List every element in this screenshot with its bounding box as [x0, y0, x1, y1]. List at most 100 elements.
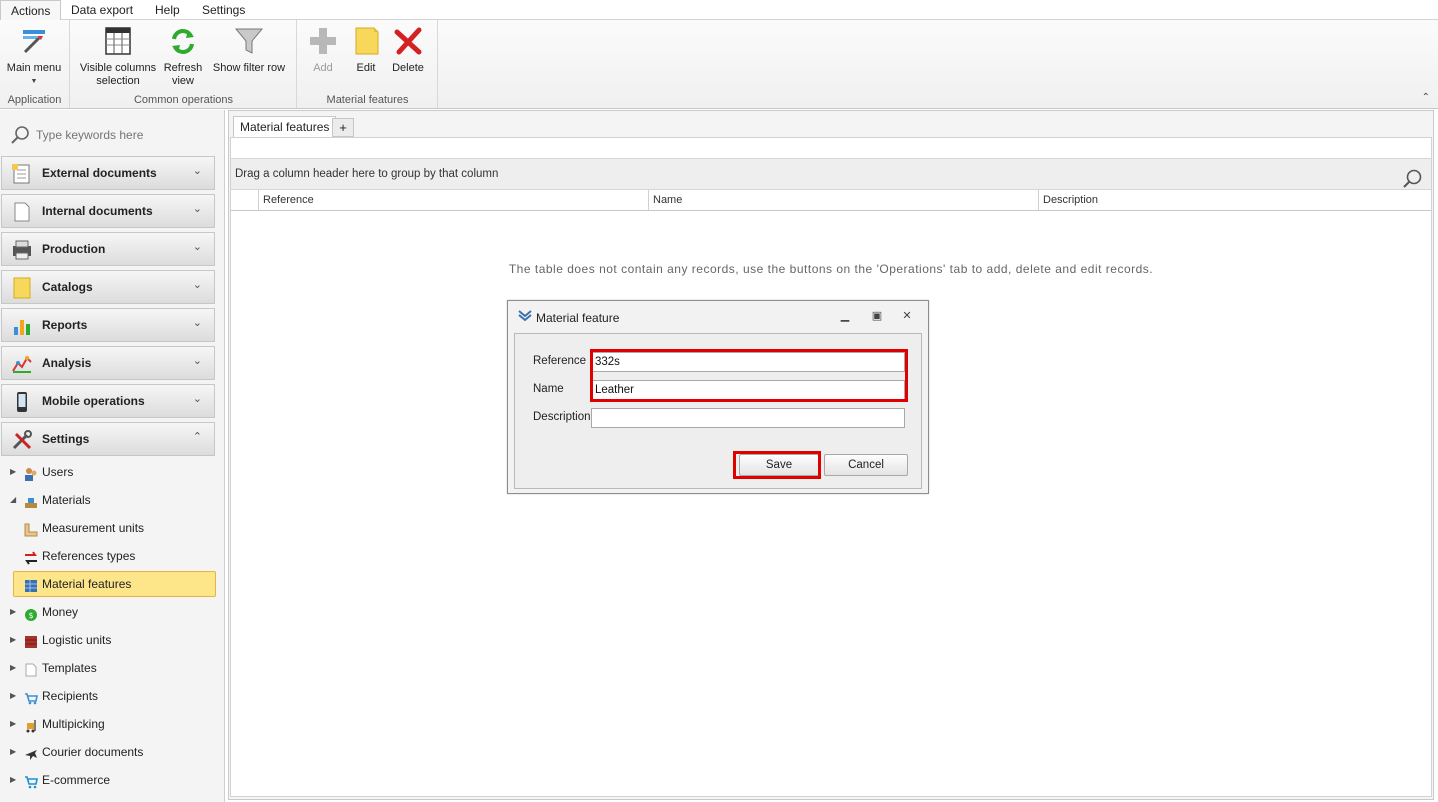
tree-item-label: Measurement units — [42, 521, 145, 535]
tree-item-label: Materials — [42, 493, 91, 507]
nav-group-settings[interactable]: Settings ⌃ — [1, 422, 215, 456]
blank-document-icon — [11, 201, 33, 223]
nav-group-label: Internal documents — [42, 204, 153, 218]
chevron-down-icon: ⌄ — [192, 241, 202, 253]
nav-group-label: Analysis — [42, 356, 92, 370]
mobile-device-icon — [11, 391, 33, 413]
nav-group-label: Catalogs — [42, 280, 93, 294]
column-header-name[interactable]: Name — [648, 190, 1038, 210]
tree-item-e-commerce[interactable]: ▶ E-commerce — [10, 768, 210, 792]
nav-group-label: Settings — [42, 432, 90, 446]
catalog-icon — [11, 277, 33, 299]
main-menu-label: Main menu — [6, 62, 62, 74]
chevron-down-icon: ⌄ — [192, 317, 202, 329]
reference-label: Reference — [533, 355, 587, 367]
nav-group-external-documents[interactable]: External documents ⌄ — [1, 156, 215, 190]
delete-button[interactable]: Delete — [388, 24, 428, 75]
pallet-icon — [24, 633, 38, 648]
chevron-down-icon: ⌄ — [192, 165, 202, 177]
tree-item-templates[interactable]: ▶ Templates — [10, 656, 210, 680]
template-icon — [24, 661, 38, 677]
add-button[interactable]: Add — [304, 24, 342, 75]
tree-item-references-types[interactable]: References types — [22, 544, 212, 568]
menu-tab-data-export[interactable]: Data export — [61, 0, 143, 20]
chevron-up-icon[interactable]: ⌃ — [1422, 92, 1430, 103]
delete-label: Delete — [392, 62, 424, 74]
nav-group-label: External documents — [42, 166, 157, 180]
forklift-icon — [24, 717, 38, 733]
sidebar-search-input[interactable] — [34, 125, 214, 145]
menu-tab-actions[interactable]: Actions — [0, 0, 62, 21]
tree-item-recipients[interactable]: ▶ Recipients — [10, 684, 210, 708]
tree-item-label: Courier documents — [42, 745, 144, 759]
nav-group-reports[interactable]: Reports ⌄ — [1, 308, 215, 342]
cart-icon — [24, 773, 38, 789]
close-icon[interactable]: ✕ — [900, 310, 914, 322]
references-icon — [24, 549, 38, 565]
description-label: Description — [533, 411, 591, 423]
analysis-chart-icon — [11, 353, 33, 375]
menu-tab-settings[interactable]: Settings — [192, 0, 255, 20]
main-menu-button[interactable]: Main menu ▼ — [4, 24, 64, 88]
expand-arrow-icon: ▶ — [10, 607, 17, 616]
visible-columns-button[interactable]: Visible columns selection — [79, 24, 157, 88]
restore-icon[interactable]: ▣ — [870, 310, 884, 322]
tree-item-material-features[interactable]: Material features — [13, 571, 216, 597]
expand-arrow-icon: ▶ — [10, 747, 17, 756]
show-filter-row-button[interactable]: Show filter row — [211, 24, 287, 75]
add-tab-button[interactable]: + — [332, 118, 354, 137]
cancel-button[interactable]: Cancel — [824, 454, 908, 476]
empty-table-message: The table does not contain any records, … — [508, 262, 1154, 276]
tree-item-courier-documents[interactable]: ▶ Courier documents — [10, 740, 210, 764]
table-icon — [24, 577, 38, 592]
search-icon[interactable] — [1401, 168, 1423, 190]
tree-item-materials[interactable]: ◢ Materials — [10, 488, 210, 512]
minimize-icon[interactable]: ▁ — [838, 310, 852, 322]
ribbon-group-common: Visible columns selection Refresh view S… — [71, 20, 297, 108]
nav-group-label: Reports — [42, 318, 88, 332]
group-by-panel[interactable]: Drag a column header here to group by th… — [231, 158, 1431, 190]
visible-columns-label-2: selection — [96, 75, 140, 87]
nav-group-production[interactable]: Production ⌄ — [1, 232, 215, 266]
material-feature-dialog: Material feature ▁ ▣ ✕ Reference Name De… — [507, 300, 929, 494]
description-field[interactable] — [591, 408, 905, 428]
nav-group-analysis[interactable]: Analysis ⌄ — [1, 346, 215, 380]
nav-group-mobile-operations[interactable]: Mobile operations ⌄ — [1, 384, 215, 418]
money-bag-icon: $ — [24, 605, 38, 621]
refresh-icon — [166, 24, 200, 58]
tab-material-features[interactable]: Material features — [233, 116, 337, 138]
edit-button[interactable]: Edit — [346, 24, 386, 75]
document-list-icon — [11, 163, 33, 185]
expand-arrow-icon: ▶ — [10, 775, 17, 784]
column-header-reference[interactable]: Reference — [258, 190, 648, 210]
nav-group-catalogs[interactable]: Catalogs ⌄ — [1, 270, 215, 304]
tree-item-measurement-units[interactable]: Measurement units — [22, 516, 212, 540]
filter-icon — [232, 24, 266, 58]
row-indicator-header — [231, 190, 258, 210]
tree-item-users[interactable]: ▶ Users — [10, 460, 210, 484]
visible-columns-label-1: Visible columns — [79, 62, 157, 74]
delete-x-icon — [391, 24, 425, 58]
dropdown-arrow-icon: ▼ — [30, 78, 38, 85]
airplane-icon — [24, 745, 38, 760]
edit-label: Edit — [356, 62, 376, 74]
tree-item-label: Multipicking — [42, 717, 105, 731]
menu-bar: Actions Data export Help Settings — [0, 0, 1438, 21]
tree-item-money[interactable]: ▶ $ Money — [10, 600, 210, 624]
column-header-description[interactable]: Description — [1038, 190, 1431, 210]
printer-icon — [11, 239, 33, 261]
tree-item-label: Material features — [42, 577, 132, 591]
recipients-icon — [24, 689, 38, 705]
chevron-down-icon: ⌄ — [192, 393, 202, 405]
columns-table-icon — [101, 24, 135, 58]
menu-tab-help[interactable]: Help — [145, 0, 190, 20]
group-label-common: Common operations — [133, 94, 234, 106]
sidebar-search — [6, 122, 216, 148]
refresh-view-button[interactable]: Refresh view — [159, 24, 207, 88]
sidebar: External documents ⌄ Internal documents … — [0, 110, 225, 802]
ribbon-group-application: Main menu ▼ Application — [0, 20, 70, 108]
tree-item-label: Templates — [42, 661, 97, 675]
tree-item-multipicking[interactable]: ▶ Multipicking — [10, 712, 210, 736]
nav-group-internal-documents[interactable]: Internal documents ⌄ — [1, 194, 215, 228]
tree-item-logistic-units[interactable]: ▶ Logistic units — [10, 628, 210, 652]
